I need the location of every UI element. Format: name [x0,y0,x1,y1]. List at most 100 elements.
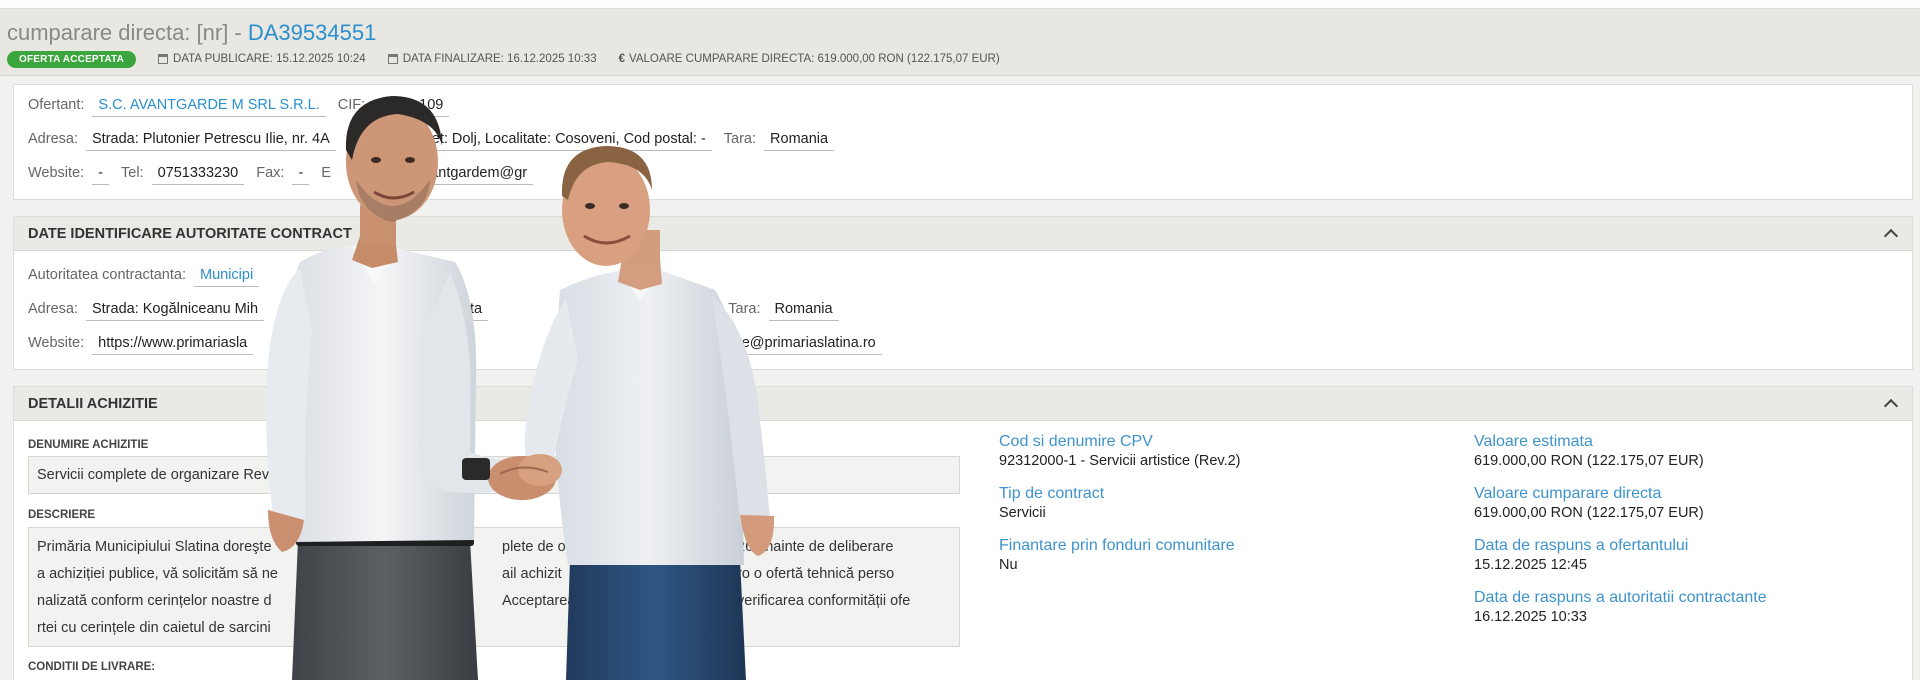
page: cumparare directa: [nr] - DA39534551 OFE… [0,0,1920,680]
authority-section-title: DATE IDENTIFICARE AUTORITATE CONTRACT [28,225,352,242]
acquisition-name-label: DENUMIRE ACHIZITIE [28,439,149,451]
chevron-up-icon[interactable] [1883,228,1899,244]
fax-label: Fax: [256,165,285,181]
authority-email-value: hizitii_publice@primariaslatina.ro [657,335,882,355]
details-card-header[interactable]: DETALII ACHIZITIE [14,387,1912,421]
cpv-value: 92312000-1 - Servicii artistice (Rev.2) [999,453,1241,469]
description-box: Primăria Municipiului Slatina doreşte ple… [28,527,960,647]
authority-response-date-value: 16.12.2025 10:33 [1474,609,1587,625]
country-label: Tara: [723,131,757,147]
estimated-value-field: Valoare estimata 619.000,00 RON (122.175… [1474,433,1704,469]
cpv-field: Cod si denumire CPV 92312000-1 - Servici… [999,433,1241,469]
eu-funding-label: Finantare prin fonduri comunitare [999,537,1235,554]
description-line: nalizată conform cerințelor noastre d Acc… [37,588,951,615]
authority-card-header[interactable]: DATE IDENTIFICARE AUTORITATE CONTRACT [14,217,1912,251]
description-fragment: verificarea conformității ofe [737,593,911,609]
description-fragment: rtei cu cerințele din caietul de sarcini [37,620,271,636]
description-line: Primăria Municipiului Slatina doreşte ple… [37,534,951,561]
description-fragment: a achiziției publice, vă solicităm să ne [37,566,278,582]
bidder-response-date-field: Data de raspuns a ofertantului 15.12.202… [1474,537,1688,573]
authority-tail: 011 [389,267,425,287]
acquisition-name-box: Servicii complete de organizare Reve [28,456,960,494]
county-value: et: Dolj, Localitate: Cosoveni, Cod post… [425,131,712,151]
authority-website-value[interactable]: https://www.primariasla [92,335,254,355]
publish-date-text: DATA PUBLICARE: 15.12.2025 10:24 [173,53,366,65]
email-label: E [321,165,331,181]
delivery-conditions-label: CONDITII DE LIVRARE: [28,661,156,673]
bidder-response-date-value: 15.12.2025 12:45 [1474,557,1587,573]
eu-funding-value: Nu [999,557,1018,573]
top-strip [0,0,1920,9]
page-title: cumparare directa: [nr] - DA39534551 [7,20,376,46]
bidder-address-row: Adresa: Strada: Plutonier Petrescu Ilie,… [28,131,846,151]
address-label: Adresa: [28,131,78,147]
description-fragment: plete de o [502,539,566,555]
authority-country-value: Romania [768,301,839,321]
bidder-contact-row: Website: - Tel: 0751333230 Fax: - E vant… [28,165,545,185]
procurement-number: DA39534551 [247,20,377,45]
description-label: DESCRIERE [28,509,96,521]
direct-value-value: 619.000,00 RON (122.175,07 EUR) [1474,505,1704,521]
status-badge: OFERTA ACCEPTATA [7,50,137,68]
authority-address-label: Adresa: [28,301,78,317]
description-fragment: ail achizit [502,566,562,582]
calendar-icon [158,54,169,64]
description-line: a achiziției publice, vă solicităm să ne… [37,561,951,588]
authority-address-value: Strada: Kogălniceanu Mih [85,301,265,321]
cpv-label: Cod si denumire CPV [999,433,1153,450]
address-value: Strada: Plutonier Petrescu Ilie, nr. 4A [85,131,336,151]
email-value: vantgardem@gr [416,165,534,185]
description-fragment: Primăria Municipiului Slatina doreşte [37,539,272,555]
bidder-label: Ofertant: [28,97,85,113]
direct-value-field: Valoare cumparare directa 619.000,00 RON… [1474,485,1704,521]
authority-response-date-label: Data de raspuns a autoritatii contractan… [1474,589,1767,606]
website-value: - [92,165,109,185]
direct-purchase-value: € VALOARE CUMPARARE DIRECTA: 619.000,00 … [619,53,1000,65]
contract-type-field: Tip de contract Servicii [999,485,1104,521]
description-line: rtei cu cerințele din caietul de sarcini [37,615,951,642]
contract-type-value: Servicii [999,505,1046,521]
meta-bar: OFERTA ACCEPTATA DATA PUBLICARE: 15.12.2… [7,49,1022,69]
website-label: Website: [28,165,85,181]
details-section-title: DETALII ACHIZITIE [28,395,158,412]
description-fragment: 26. Înainte de deliberare [737,539,894,555]
authority-fax-label: Fax [443,335,468,351]
authority-link[interactable]: Municipi [194,267,260,287]
authority-label: Autoritatea contractanta: [28,267,186,283]
direct-value-label: Valoare cumparare directa [1474,485,1662,502]
title-prefix: cumparare directa: [nr] - [7,20,248,45]
details-card: DETALII ACHIZITIE DENUMIRE ACHIZITIE Ser… [13,386,1913,680]
authority-address-mid: t, Localita [414,301,489,321]
final-date-text: DATA FINALIZARE: 16.12.2025 10:33 [402,53,597,65]
bidder-row: Ofertant: S.C. AVANTGARDE M SRL S.R.L. C… [28,97,461,117]
final-date: DATA FINALIZARE: 16.12.2025 10:33 [387,53,597,65]
cif-label: CIF: [337,97,366,113]
description-fragment: Acceptarea [502,593,576,609]
authority-website-tail: 02 [403,335,432,355]
authority-response-date-field: Data de raspuns a autoritatii contractan… [1474,589,1767,625]
authority-country-label: Tara: [728,301,761,317]
eu-funding-field: Finantare prin fonduri comunitare Nu [999,537,1235,573]
authority-address-tail: 30 [688,301,717,321]
bidder-card: Ofertant: S.C. AVANTGARDE M SRL S.R.L. C… [13,84,1913,200]
estimated-value-value: 619.000,00 RON (122.175,07 EUR) [1474,453,1704,469]
chevron-up-icon[interactable] [1883,398,1899,414]
tel-value: 0751333230 [151,165,245,185]
procurement-header: cumparare directa: [nr] - DA39534551 OFE… [0,0,1920,76]
contract-type-label: Tip de contract [999,485,1105,502]
calendar-icon [387,54,398,64]
fax-value: - [292,165,310,185]
description-text: Primăria Municipiului Slatina doreşte ple… [37,534,951,642]
bidder-response-date-label: Data de raspuns a ofertantului [1474,537,1689,554]
estimated-value-label: Valoare estimata [1474,433,1593,450]
authority-contact-row: Website: https://www.primariasla 02 Fax … [28,335,894,355]
description-fragment: ro o ofertă tehnică perso [737,566,895,582]
euro-icon: € [618,53,625,65]
acquisition-name-value: Servicii complete de organizare Reve [37,467,278,483]
authority-address-row: Adresa: Strada: Kogălniceanu Mih t, Loca… [28,301,851,321]
tel-label: Tel: [121,165,144,181]
description-fragment: nalizată conform cerințelor noastre d [37,593,272,609]
authority-card: DATE IDENTIFICARE AUTORITATE CONTRACT Au… [13,216,1913,370]
bidder-link[interactable]: S.C. AVANTGARDE M SRL S.R.L. [92,97,326,117]
cif-value: 109 [413,97,450,117]
